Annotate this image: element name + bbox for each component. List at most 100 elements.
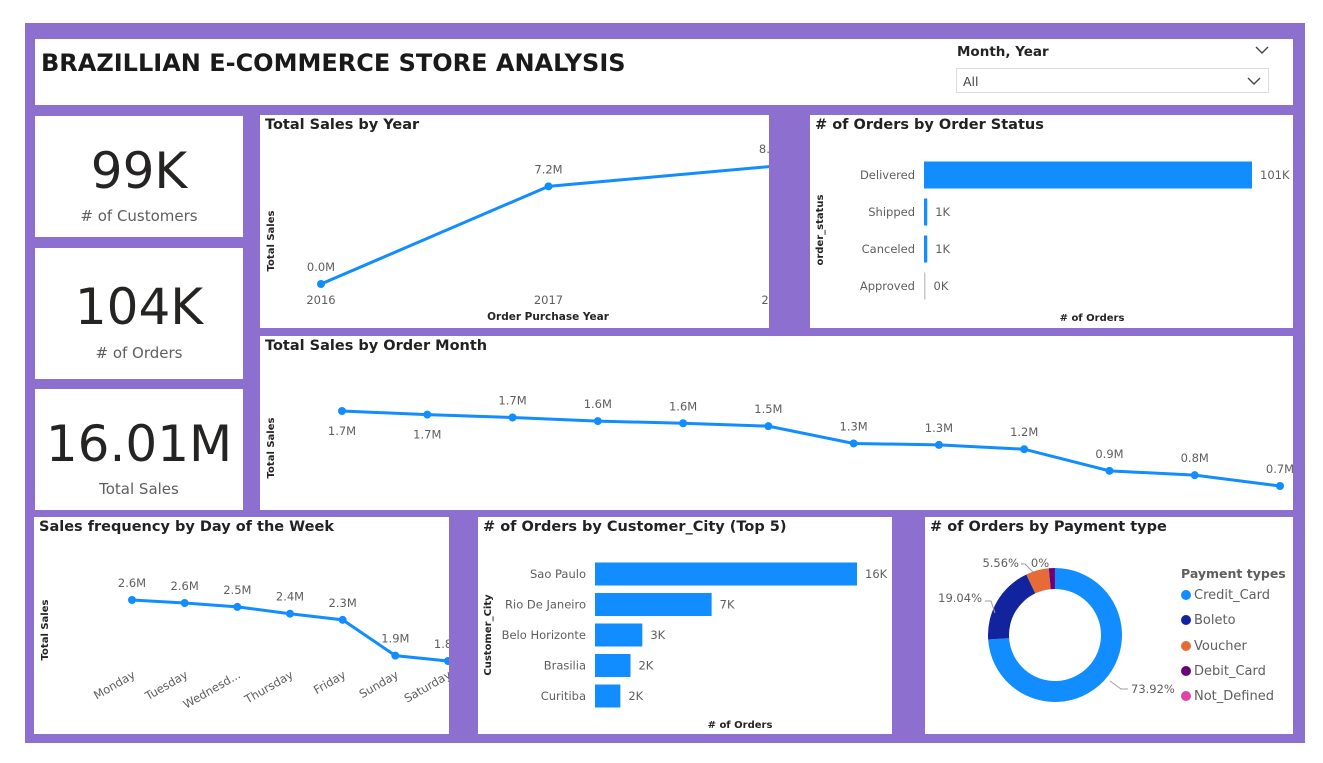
- chart-orders-by-payment: # of Orders by Payment type 73.92% 19.04%…: [925, 517, 1293, 734]
- x-tick-label: Saturday: [402, 667, 449, 705]
- legend-label: Voucher: [1194, 638, 1247, 654]
- data-label: 73.92%: [1131, 682, 1175, 696]
- orders-by-status-plot: Delivered 101K Shipped 1K Canceled 1K Approved…: [815, 161, 1290, 324]
- data-point[interactable]: [1276, 482, 1284, 490]
- data-point[interactable]: [338, 407, 346, 415]
- data-point[interactable]: [391, 651, 400, 660]
- data-label: 1.5M: [754, 402, 782, 416]
- bar[interactable]: [595, 684, 621, 708]
- sales-by-weekday-plot: 2.6MMonday2.6MTuesday2.5MWednesd...2.4MT…: [40, 576, 449, 711]
- data-label: 5.56%: [982, 556, 1019, 570]
- legend-marker: [1181, 590, 1191, 600]
- data-point[interactable]: [180, 599, 189, 608]
- pie-slice[interactable]: [988, 574, 1036, 640]
- data-point[interactable]: [544, 182, 553, 191]
- bar[interactable]: [595, 623, 643, 647]
- data-point[interactable]: [444, 657, 449, 665]
- kpi-value: 16.01M: [45, 415, 233, 473]
- data-label: 1K: [935, 242, 950, 256]
- data-point[interactable]: [934, 440, 943, 449]
- legend-item[interactable]: Boleto: [1181, 613, 1236, 628]
- kpi-value: 104K: [74, 278, 204, 336]
- data-point[interactable]: [233, 602, 242, 611]
- data-point[interactable]: [317, 280, 325, 288]
- data-point[interactable]: [1020, 445, 1029, 454]
- kpi-label: # of Orders: [95, 344, 183, 362]
- data-point[interactable]: [1190, 471, 1199, 480]
- data-point[interactable]: [286, 609, 294, 618]
- bar[interactable]: [595, 654, 631, 677]
- sales-by-month-plot: 1.7M May 1.7M August 1.7M July 1.6M March 1.6M Ap…: [266, 393, 1293, 510]
- data-label: 1.6M: [669, 399, 697, 413]
- bar[interactable]: [924, 272, 926, 300]
- data-point[interactable]: [593, 417, 602, 426]
- legend-item[interactable]: Debit_Card: [1181, 664, 1266, 679]
- x-axis-label: # of Orders: [708, 720, 773, 731]
- data-point[interactable]: [1105, 466, 1114, 475]
- x-tick-label: June: [755, 508, 781, 510]
- legend-item[interactable]: Credit_Card: [1181, 588, 1270, 603]
- leader-line: [1109, 680, 1128, 690]
- legend-label: Boleto: [1194, 613, 1236, 629]
- x-tick-label: February: [828, 508, 879, 510]
- y-tick-label: Canceled: [862, 242, 915, 256]
- y-axis-label: Total Sales: [266, 418, 277, 479]
- data-label: 7.2M: [534, 162, 562, 176]
- sales-by-year-plot: 0.0M 2016 7.2M 2017 8.7M 2018 Order Purchase Y…: [266, 142, 769, 323]
- page-title: BRAZILLIAN E-COMMERCE STORE ANALYSIS: [41, 49, 626, 77]
- x-tick-label: May: [330, 508, 354, 510]
- month-year-slicer-label: Month, Year: [957, 44, 1049, 60]
- data-label: 3K: [650, 628, 665, 642]
- x-tick-label: March: [580, 508, 615, 510]
- chevron-down-icon: [1247, 77, 1261, 85]
- x-tick-label: April: [670, 508, 696, 510]
- x-tick-label: Monday: [91, 667, 137, 702]
- series-line: [320, 165, 769, 286]
- y-tick-label: Curitiba: [541, 689, 586, 703]
- chart-orders-by-city: # of Orders by Customer_City (Top 5) Sao…: [478, 517, 892, 734]
- data-point[interactable]: [849, 439, 858, 448]
- x-tick-label: November: [994, 508, 1054, 510]
- data-label: 7K: [720, 598, 735, 612]
- bar[interactable]: [595, 562, 857, 586]
- data-label: 0.7M: [1266, 462, 1293, 476]
- x-tick-label: Thursday: [241, 667, 295, 706]
- legend-item[interactable]: Voucher: [1181, 639, 1247, 654]
- kpi-card-customers: 99K # of Customers: [35, 116, 243, 237]
- header-panel: BRAZILLIAN E-COMMERCE STORE ANALYSIS Mon…: [35, 39, 1293, 105]
- data-label: 1.9M: [381, 632, 409, 646]
- data-label: 2.3M: [329, 596, 357, 610]
- series-line: [341, 409, 1281, 488]
- orders-by-city-plot: Sao Paulo 16K Rio De Janeiro 7K Belo Horizon…: [483, 562, 888, 731]
- bar[interactable]: [924, 235, 928, 263]
- legend-item[interactable]: Not_Defined: [1181, 689, 1274, 704]
- kpi-label: # of Customers: [80, 207, 198, 225]
- chart-sales-by-year: Total Sales by Year 0.0M 2016 7.2M 2017 8.7M…: [260, 115, 769, 328]
- data-label: 1.7M: [413, 428, 441, 442]
- y-tick-label: Brasilia: [544, 659, 586, 673]
- legend-label: Not_Defined: [1194, 689, 1274, 705]
- legend-marker: [1181, 615, 1191, 626]
- data-point[interactable]: [423, 410, 432, 419]
- data-point[interactable]: [128, 596, 136, 604]
- kpi-label: Total Sales: [99, 480, 179, 498]
- x-tick-label: Friday: [311, 667, 348, 697]
- x-tick-label: January: [916, 508, 961, 510]
- x-tick-label: July: [501, 508, 523, 510]
- data-label: 2.4M: [276, 590, 304, 604]
- data-point[interactable]: [338, 615, 347, 624]
- data-point[interactable]: [508, 413, 517, 422]
- chevron-down-icon[interactable]: [1254, 42, 1270, 58]
- series-line: [131, 598, 449, 663]
- bar[interactable]: [924, 161, 1252, 189]
- y-tick-label: Sao Paulo: [530, 567, 586, 581]
- bar[interactable]: [924, 198, 928, 226]
- data-point[interactable]: [679, 419, 688, 428]
- data-label: 1.7M: [328, 424, 356, 438]
- bar[interactable]: [595, 593, 712, 616]
- month-year-dropdown[interactable]: All: [956, 68, 1269, 93]
- chart-sales-by-weekday: Sales frequency by Day of the Week 2.6M M…: [34, 517, 449, 734]
- data-label: 1.8M: [434, 637, 449, 651]
- data-label: 1.3M: [840, 419, 868, 433]
- data-point[interactable]: [764, 422, 773, 431]
